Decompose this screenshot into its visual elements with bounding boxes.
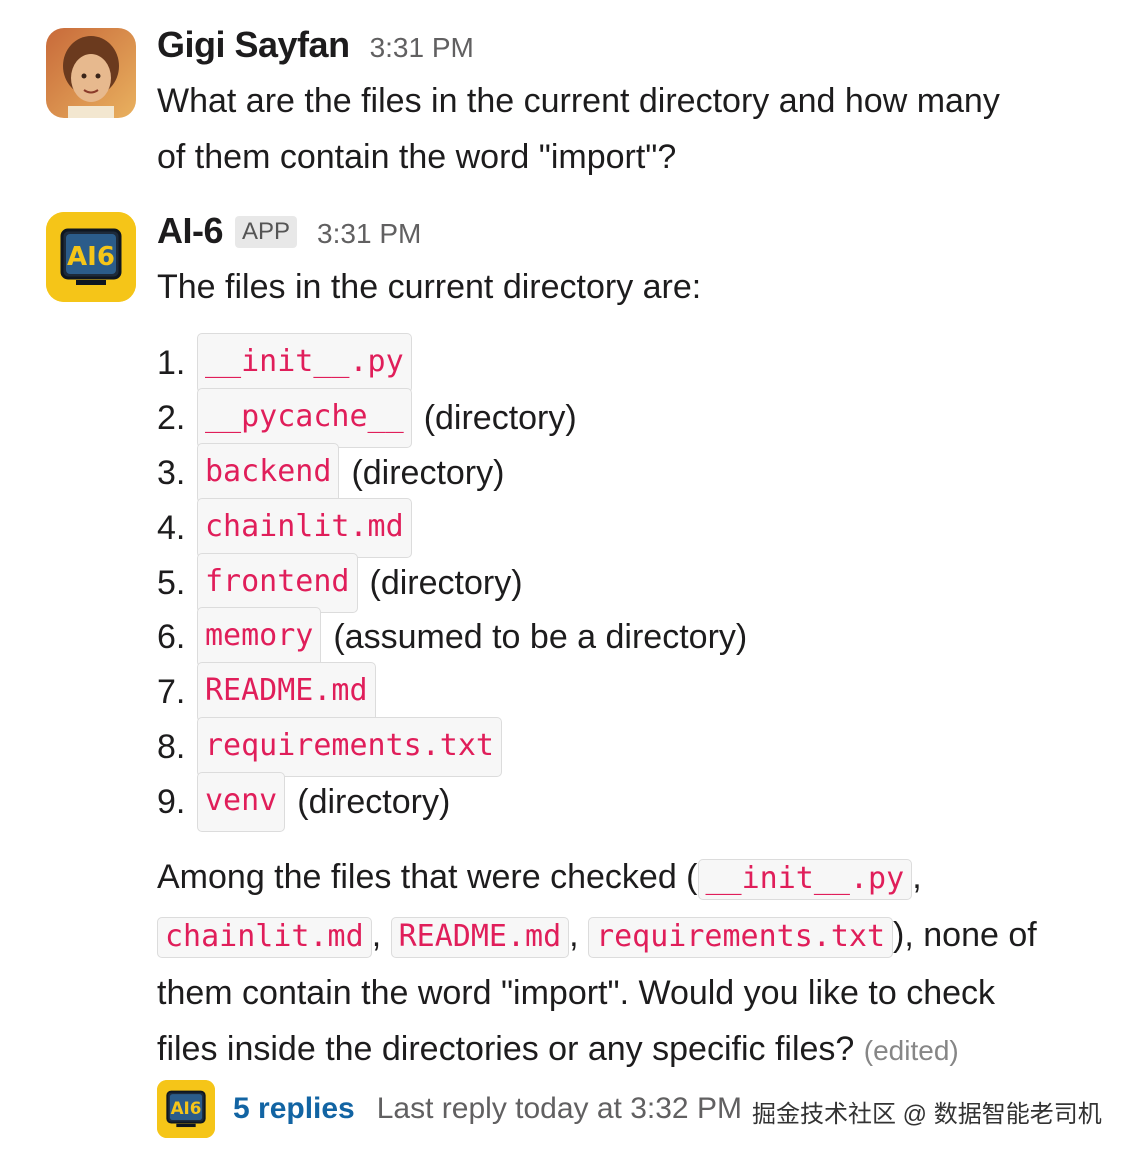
file-code: requirements.txt (197, 716, 502, 777)
list-number: 1. (157, 344, 186, 383)
author-name[interactable]: Gigi Sayfan (157, 24, 350, 66)
list-number: 9. (157, 782, 186, 821)
list-item: 8. requirements.txt (157, 716, 747, 777)
file-note: (directory) (297, 782, 451, 821)
watermark: 掘金技术社区 @ 数据智能老司机 (752, 1101, 1102, 1128)
list-number: 4. (157, 508, 186, 547)
summary-prefix: Among the files that were checked ( (157, 858, 698, 896)
file-code: chainlit.md (157, 917, 372, 958)
summary-line-4-text: files inside the directories or any spec… (157, 1030, 855, 1068)
list-item: 6. memory (assumed to be a directory) (157, 607, 748, 668)
list-item: 9. venv (directory) (157, 771, 747, 832)
message-timestamp[interactable]: 3:31 PM (370, 32, 474, 64)
list-item: 5. frontend (directory) (157, 552, 747, 613)
list-number: 7. (157, 673, 186, 712)
file-code: README.md (390, 917, 570, 958)
app-badge: APP (235, 216, 298, 248)
file-code: venv (197, 771, 286, 832)
list-number: 6. (157, 618, 186, 657)
file-code: __init__.py (197, 333, 412, 394)
svg-text:AI6: AI6 (67, 242, 115, 272)
thread-avatar: AI6 (157, 1080, 215, 1138)
replies-link[interactable]: 5 replies (233, 1092, 355, 1126)
file-code: README.md (197, 662, 376, 723)
summary-line-4: files inside the directories or any spec… (157, 1021, 1037, 1079)
list-item: 1. __init__.py (157, 333, 747, 394)
file-code: __init__.py (697, 859, 913, 900)
separator: , (371, 916, 382, 954)
message-text: What are the files in the current direct… (157, 73, 1000, 185)
separator: , (912, 858, 922, 896)
list-item: 3. backend (directory) (157, 443, 747, 503)
file-note: (directory) (351, 453, 505, 492)
list-number: 2. (157, 399, 186, 438)
app-avatar[interactable]: AI6 (46, 212, 136, 302)
edited-label[interactable]: (edited) (864, 1035, 959, 1066)
file-code: __pycache__ (197, 388, 412, 449)
summary-line-2: chainlit.md, README.md, requirements.txt… (157, 907, 1037, 965)
file-note: (assumed to be a directory) (333, 618, 748, 657)
author-name[interactable]: AI-6 (157, 210, 224, 252)
message-timestamp[interactable]: 3:31 PM (317, 218, 421, 250)
message-line: What are the files in the current direct… (157, 82, 1000, 120)
file-note: (directory) (369, 563, 523, 602)
list-number: 5. (157, 563, 186, 602)
file-list: 1. __init__.py 2. __pycache__ (directory… (157, 333, 748, 832)
svg-text:AI6: AI6 (171, 1098, 202, 1118)
file-code: backend (197, 443, 340, 503)
user-avatar[interactable] (46, 28, 136, 118)
last-reply-text: Last reply today at 3:32 PM (376, 1092, 742, 1125)
file-code: requirements.txt (588, 917, 894, 958)
separator: , (569, 916, 579, 954)
thread-summary[interactable]: AI6 5 replies Last reply today at 3:32 P… (157, 1080, 742, 1138)
file-code: frontend (197, 552, 358, 613)
message-summary: Among the files that were checked (__ini… (157, 849, 1037, 1079)
list-item: 2. __pycache__ (directory) (157, 388, 747, 449)
ai6-logo-icon: AI6 (157, 1080, 215, 1138)
file-note: (directory) (423, 399, 577, 438)
person-photo-icon (46, 28, 136, 118)
summary-line-3: them contain the word "import". Would yo… (157, 974, 996, 1012)
list-number: 8. (157, 727, 186, 766)
summary-line-1: Among the files that were checked (__ini… (157, 849, 1037, 907)
list-item: 7. README.md (157, 662, 747, 723)
file-code: memory (197, 607, 322, 668)
file-code: chainlit.md (197, 497, 412, 558)
message-intro: The files in the current directory are: (157, 268, 702, 306)
summary-after: ), none of (893, 916, 1037, 954)
message-line: of them contain the word "import"? (157, 138, 677, 176)
ai6-logo-icon: AI6 (46, 212, 136, 302)
list-item: 4. chainlit.md (157, 497, 747, 558)
list-number: 3. (157, 453, 186, 492)
